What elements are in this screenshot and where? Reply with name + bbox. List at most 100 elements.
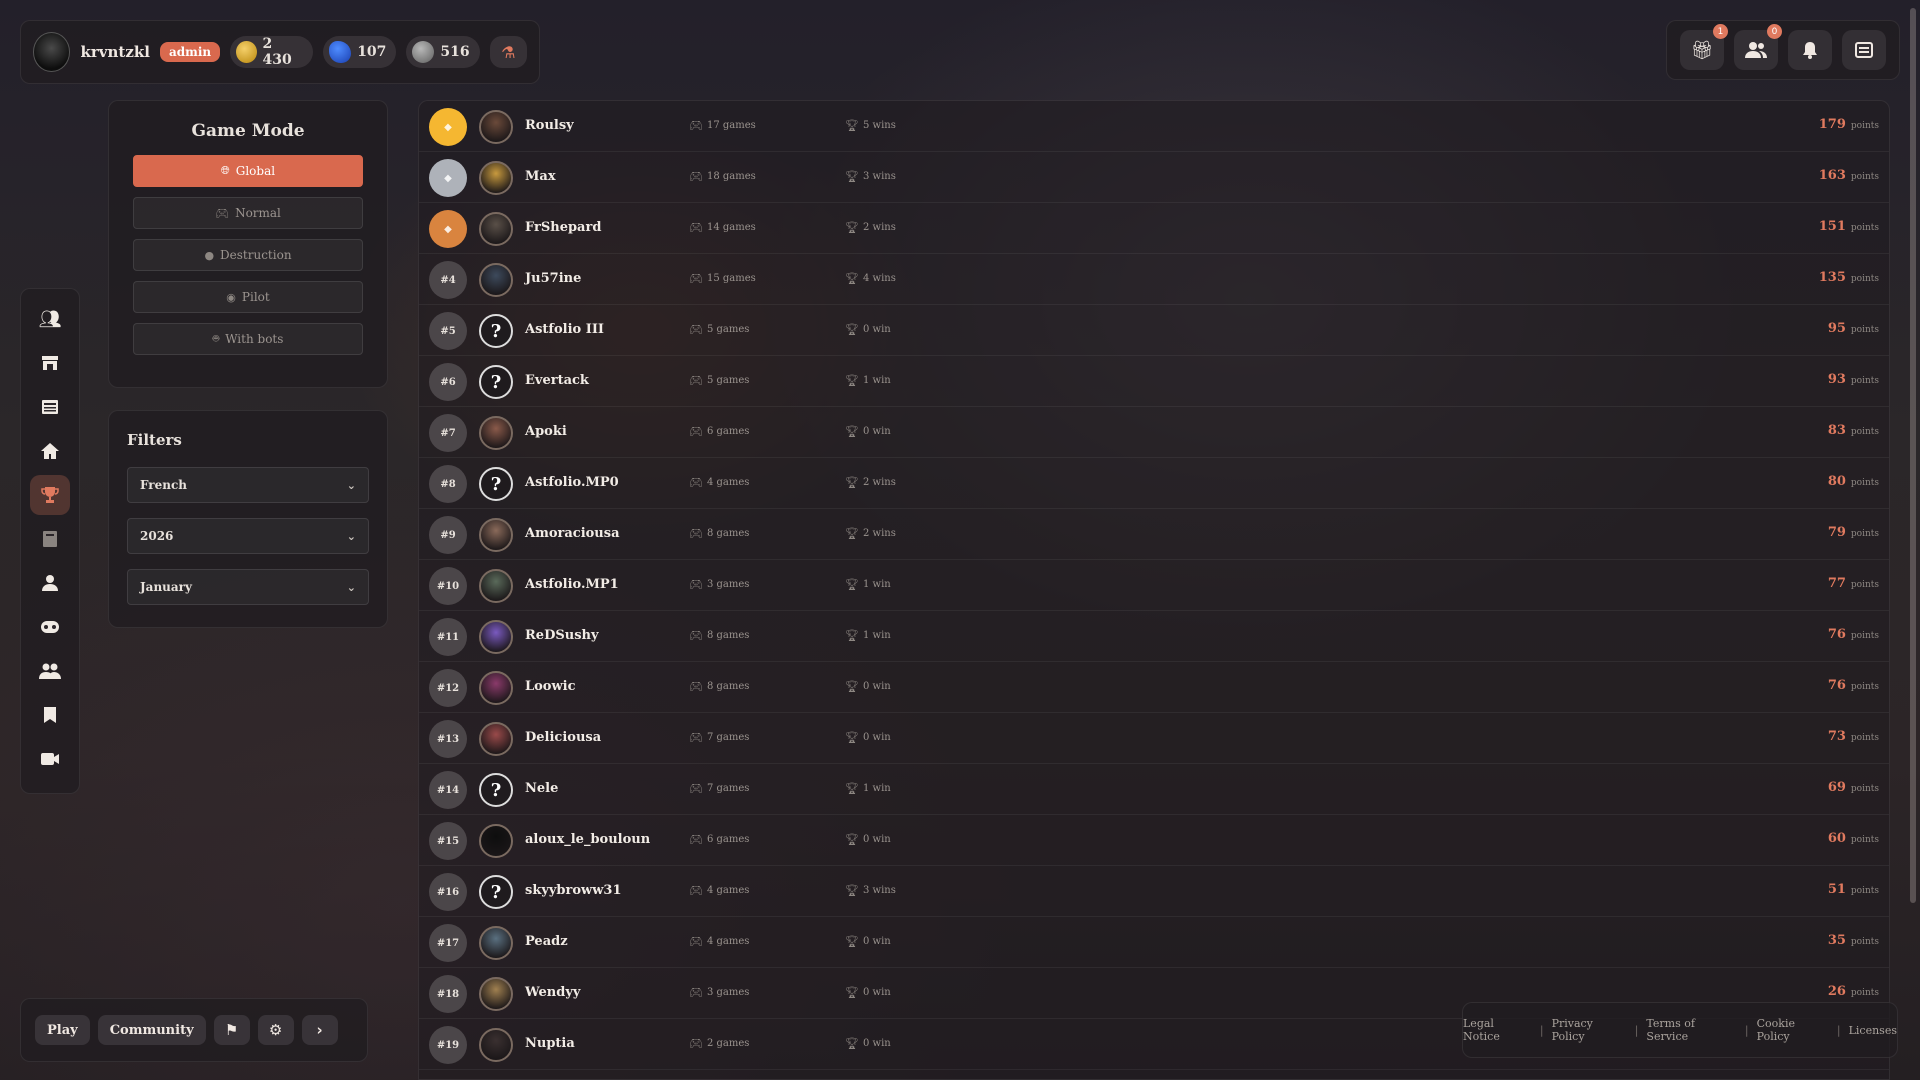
sidebar-item-leaderboard[interactable] — [30, 475, 70, 515]
player-name[interactable]: Deliciousa — [525, 730, 601, 745]
friends-button[interactable]: 0 — [1734, 24, 1782, 70]
year-select[interactable]: 2026 ⌄ — [127, 518, 369, 554]
settings-button[interactable]: ⚙ — [257, 1015, 294, 1045]
player-name[interactable]: Apoki — [525, 424, 567, 439]
sidebar-item-videos[interactable] — [30, 739, 70, 779]
player-avatar[interactable] — [479, 620, 513, 654]
player-name[interactable]: Roulsy — [525, 118, 574, 133]
leaderboard-row[interactable]: #6? Evertack 🎮︎ 5 games 🏆︎ 1 win 93 points — [419, 356, 1889, 407]
language-select[interactable]: French ⌄ — [127, 467, 369, 503]
gem-balance[interactable]: 107 — [323, 36, 397, 68]
report-button[interactable]: ⚑ — [213, 1015, 250, 1045]
player-avatar[interactable] — [479, 824, 513, 858]
player-avatar[interactable] — [479, 1028, 513, 1062]
leaderboard-row[interactable]: #5? Astfolio III 🎮︎ 5 games 🏆︎ 0 win 95 points — [419, 305, 1889, 356]
leaderboard-row[interactable]: #14? Nele 🎮︎ 7 games 🏆︎ 1 win 69 points — [419, 764, 1889, 815]
player-name[interactable]: Amoraciousa — [525, 526, 620, 541]
leaderboard-row[interactable]: #9 Amoraciousa 🎮︎ 8 games 🏆︎ 2 wins 79 points — [419, 509, 1889, 560]
gold-balance[interactable]: 2 430 — [230, 36, 314, 68]
points: 95 points — [1828, 321, 1879, 336]
sidebar-item-friends[interactable]: 👥︎ — [30, 299, 70, 339]
scrollbar[interactable] — [1910, 8, 1916, 903]
leaderboard-row[interactable]: ◆ FrShepard 🎮︎ 14 games 🏆︎ 2 wins 151 points — [419, 203, 1889, 254]
licenses-link[interactable]: Licenses — [1849, 1024, 1897, 1037]
chevron-right-icon: › — [316, 1021, 323, 1039]
player-avatar[interactable] — [479, 671, 513, 705]
play-button[interactable]: Play — [35, 1015, 90, 1045]
sidebar-item-shop[interactable] — [30, 343, 70, 383]
leaderboard-row[interactable]: #10 Astfolio.MP1 🎮︎ 3 games 🏆︎ 1 win 77 points — [419, 560, 1889, 611]
leaderboard-row[interactable]: #17 Peadz 🎮︎ 4 games 🏆︎ 0 win 35 points — [419, 917, 1889, 968]
sidebar-item-home[interactable] — [30, 431, 70, 471]
player-name[interactable]: skyybroww31 — [525, 883, 622, 898]
silver-balance[interactable]: 516 — [406, 36, 480, 68]
leaderboard-row[interactable]: #16? skyybroww31 🎮︎ 4 games 🏆︎ 3 wins 51 points — [419, 866, 1889, 917]
privacy-policy-link[interactable]: Privacy Policy — [1552, 1017, 1627, 1043]
player-avatar[interactable] — [479, 263, 513, 297]
player-avatar[interactable]: ? — [479, 467, 513, 501]
rank-badge: #18 — [429, 975, 467, 1013]
sidebar-item-book[interactable] — [30, 519, 70, 559]
notifications-button[interactable] — [1788, 30, 1832, 70]
player-name[interactable]: Evertack — [525, 373, 589, 388]
player-avatar[interactable]: ? — [479, 773, 513, 807]
player-avatar[interactable] — [479, 569, 513, 603]
menu-button[interactable] — [1842, 30, 1886, 70]
month-select[interactable]: January ⌄ — [127, 569, 369, 605]
sidebar-item-saved[interactable] — [30, 695, 70, 735]
user-avatar[interactable] — [33, 32, 71, 72]
games-count: 🎮︎ 4 games — [689, 884, 749, 897]
legal-notice-link[interactable]: Legal Notice — [1463, 1017, 1532, 1043]
player-name[interactable]: aloux_le_bouloun — [525, 832, 650, 847]
player-name[interactable]: Loowic — [525, 679, 576, 694]
terms-link[interactable]: Terms of Service — [1646, 1017, 1737, 1043]
player-name[interactable]: Astfolio.MP0 — [525, 475, 619, 490]
leaderboard-row[interactable]: #11 ReDSushy 🎮︎ 8 games 🏆︎ 1 win 76 points — [419, 611, 1889, 662]
player-name[interactable]: Ju57ine — [525, 271, 581, 286]
mode-normal-button[interactable]: 🎮︎ Normal — [133, 197, 363, 229]
username[interactable]: krvntzkl — [80, 43, 149, 61]
player-name[interactable]: Wendyy — [525, 985, 580, 1000]
player-avatar[interactable] — [479, 212, 513, 246]
player-name[interactable]: Astfolio.MP1 — [525, 577, 619, 592]
leaderboard-row[interactable]: #4 Ju57ine 🎮︎ 15 games 🏆︎ 4 wins 135 points — [419, 254, 1889, 305]
leaderboard-row[interactable]: #7 Apoki 🎮︎ 6 games 🏆︎ 0 win 83 points — [419, 407, 1889, 458]
player-avatar[interactable]: ? — [479, 875, 513, 909]
leaderboard-row[interactable]: ◆ Roulsy 🎮︎ 17 games 🏆︎ 5 wins 179 points — [419, 101, 1889, 152]
gift-button[interactable]: 🎁︎ 1 — [1680, 24, 1728, 70]
player-name[interactable]: Nuptia — [525, 1036, 575, 1051]
cookie-policy-link[interactable]: Cookie Policy — [1757, 1017, 1829, 1043]
community-button[interactable]: Community — [97, 1015, 206, 1045]
player-avatar[interactable] — [479, 926, 513, 960]
leaderboard-row[interactable]: #13 Deliciousa 🎮︎ 7 games 🏆︎ 0 win 73 points — [419, 713, 1889, 764]
player-avatar[interactable] — [479, 416, 513, 450]
player-avatar[interactable] — [479, 722, 513, 756]
flask-button[interactable]: ⚗ — [489, 36, 527, 68]
expand-button[interactable]: › — [301, 1015, 338, 1045]
player-avatar[interactable] — [479, 110, 513, 144]
sidebar-item-community[interactable] — [30, 651, 70, 691]
player-avatar[interactable]: ? — [479, 365, 513, 399]
player-name[interactable]: FrShepard — [525, 220, 601, 235]
leaderboard-row[interactable]: #12 Loowic 🎮︎ 8 games 🏆︎ 0 win 76 points — [419, 662, 1889, 713]
sidebar-item-profile[interactable] — [30, 563, 70, 603]
player-name[interactable]: Max — [525, 169, 556, 184]
player-avatar[interactable] — [479, 518, 513, 552]
language-value: French — [140, 478, 188, 492]
leaderboard-row[interactable]: #15 aloux_le_bouloun 🎮︎ 6 games 🏆︎ 0 win 60 poi… — [419, 815, 1889, 866]
mode-global-button[interactable]: 🌐︎ Global — [133, 155, 363, 187]
sidebar-item-news[interactable] — [30, 387, 70, 427]
player-avatar[interactable] — [479, 977, 513, 1011]
player-name[interactable]: Nele — [525, 781, 558, 796]
player-name[interactable]: ReDSushy — [525, 628, 599, 643]
mode-destruction-button[interactable]: ● Destruction — [133, 239, 363, 271]
mode-with-bots-button[interactable]: 🤖︎ With bots — [133, 323, 363, 355]
player-name[interactable]: Peadz — [525, 934, 568, 949]
mode-pilot-button[interactable]: ◉ Pilot — [133, 281, 363, 313]
leaderboard-row[interactable]: #8? Astfolio.MP0 🎮︎ 4 games 🏆︎ 2 wins 80 points — [419, 458, 1889, 509]
sidebar-item-games[interactable] — [30, 607, 70, 647]
player-avatar[interactable]: ? — [479, 314, 513, 348]
player-avatar[interactable] — [479, 161, 513, 195]
leaderboard-row[interactable]: ◆ Max 🎮︎ 18 games 🏆︎ 3 wins 163 points — [419, 152, 1889, 203]
player-name[interactable]: Astfolio III — [525, 322, 604, 337]
